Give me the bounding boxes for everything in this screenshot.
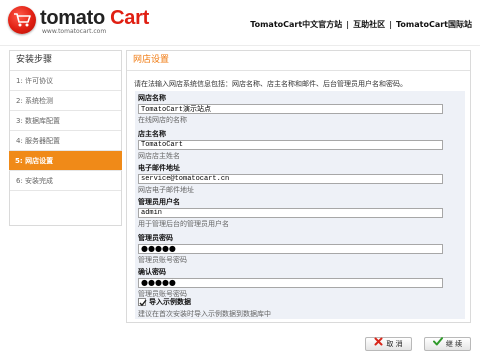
continue-button[interactable]: 继 续 — [424, 336, 471, 351]
field-store-name: 网店名称 在线网店的名称 — [138, 94, 464, 125]
link-official-cn[interactable]: TomatoCart中文官方站 — [250, 20, 342, 29]
cancel-button[interactable]: 取 消 — [365, 337, 412, 351]
email-input[interactable] — [138, 174, 443, 184]
field-label: 管理员用户名 — [138, 198, 180, 206]
link-community[interactable]: 互助社区 — [353, 20, 385, 29]
install-steps-sidebar: 安装步骤 1: 许可协议 2: 系统检测 3: 数据库配置 4: 服务器配置 5… — [9, 50, 122, 226]
tomato-logo-icon — [8, 6, 36, 34]
sidebar-title: 安装步骤 — [10, 51, 121, 71]
store-settings-panel: 网店设置 请在法输入网店系统信息包括：网店名称、店主名称和邮件、后台管理员用户名… — [126, 50, 471, 323]
logo-url: www.tomatocart.com — [42, 28, 107, 35]
logo-word-cart: Cart — [110, 7, 149, 29]
step-store-settings: 5: 网店设置 — [9, 151, 122, 171]
step-server-config: 4: 服务器配置 — [10, 131, 121, 151]
field-label: 网店名称 — [138, 94, 166, 102]
field-help: 用于管理后台的管理员用户名 — [138, 220, 229, 228]
checkbox-check-icon — [139, 299, 147, 307]
link-separator: | — [389, 20, 393, 29]
step-system-check: 2: 系统检测 — [10, 91, 121, 111]
field-help: 在线网店的名称 — [138, 116, 187, 124]
field-owner-name: 店主名称 网店店主姓名 — [138, 130, 464, 161]
field-label: 确认密码 — [138, 268, 166, 276]
panel-title: 网店设置 — [127, 51, 470, 71]
field-label: 电子邮件地址 — [138, 164, 180, 172]
step-database-config: 3: 数据库配置 — [10, 111, 121, 131]
admin-password-input[interactable]: ●●●●● — [138, 244, 443, 254]
field-help: 网店店主姓名 — [138, 152, 180, 160]
tomatocart-logo[interactable]: tomato Cart www.tomatocart.com — [8, 6, 178, 38]
owner-name-input[interactable] — [138, 140, 443, 150]
field-admin-password: 管理员密码 ●●●●● 管理员账号密码 — [138, 234, 464, 265]
import-sample-checkbox[interactable] — [138, 298, 147, 307]
step-install-complete: 6: 安装完成 — [10, 171, 121, 191]
continue-check-icon — [432, 336, 443, 350]
field-email: 电子邮件地址 网店电子邮件地址 — [138, 164, 464, 195]
import-sample-row: 导入示例数据 — [138, 297, 191, 307]
step-license: 1: 许可协议 — [10, 71, 121, 91]
cancel-button-label: 取 消 — [386, 340, 403, 348]
header-links: TomatoCart中文官方站 | 互助社区 | TomatoCart国际站 — [250, 19, 472, 30]
import-sample-help: 建议在首次安装时导入示例数据到数据库中 — [138, 310, 271, 318]
continue-button-label: 继 续 — [445, 340, 463, 348]
field-help: 网店电子邮件地址 — [138, 186, 194, 194]
field-admin-username: 管理员用户名 用于管理后台的管理员用户名 — [138, 198, 464, 229]
store-settings-form: 网店名称 在线网店的名称 店主名称 网店店主姓名 电子邮件地址 网店电子邮件地址… — [135, 91, 465, 319]
field-label: 管理员密码 — [138, 234, 173, 242]
header: tomato Cart www.tomatocart.com TomatoCar… — [0, 0, 480, 46]
store-name-input[interactable] — [138, 104, 443, 114]
logo-word-tomato: tomato — [40, 7, 105, 29]
logo-title: tomato Cart — [40, 7, 149, 29]
intro-text: 请在法输入网店系统信息包括：网店名称、店主名称和邮件、后台管理员用户名和密码。 — [134, 80, 407, 88]
confirm-password-input[interactable]: ●●●●● — [138, 278, 443, 288]
import-sample-label: 导入示例数据 — [149, 298, 191, 306]
field-label: 店主名称 — [138, 130, 166, 138]
link-international[interactable]: TomatoCart国际站 — [396, 20, 472, 29]
field-help: 管理员账号密码 — [138, 256, 187, 264]
field-confirm-password: 确认密码 ●●●●● 管理员账号密码 — [138, 268, 464, 299]
link-separator: | — [346, 20, 350, 29]
admin-username-input[interactable] — [138, 208, 443, 218]
cancel-x-icon — [374, 337, 383, 350]
